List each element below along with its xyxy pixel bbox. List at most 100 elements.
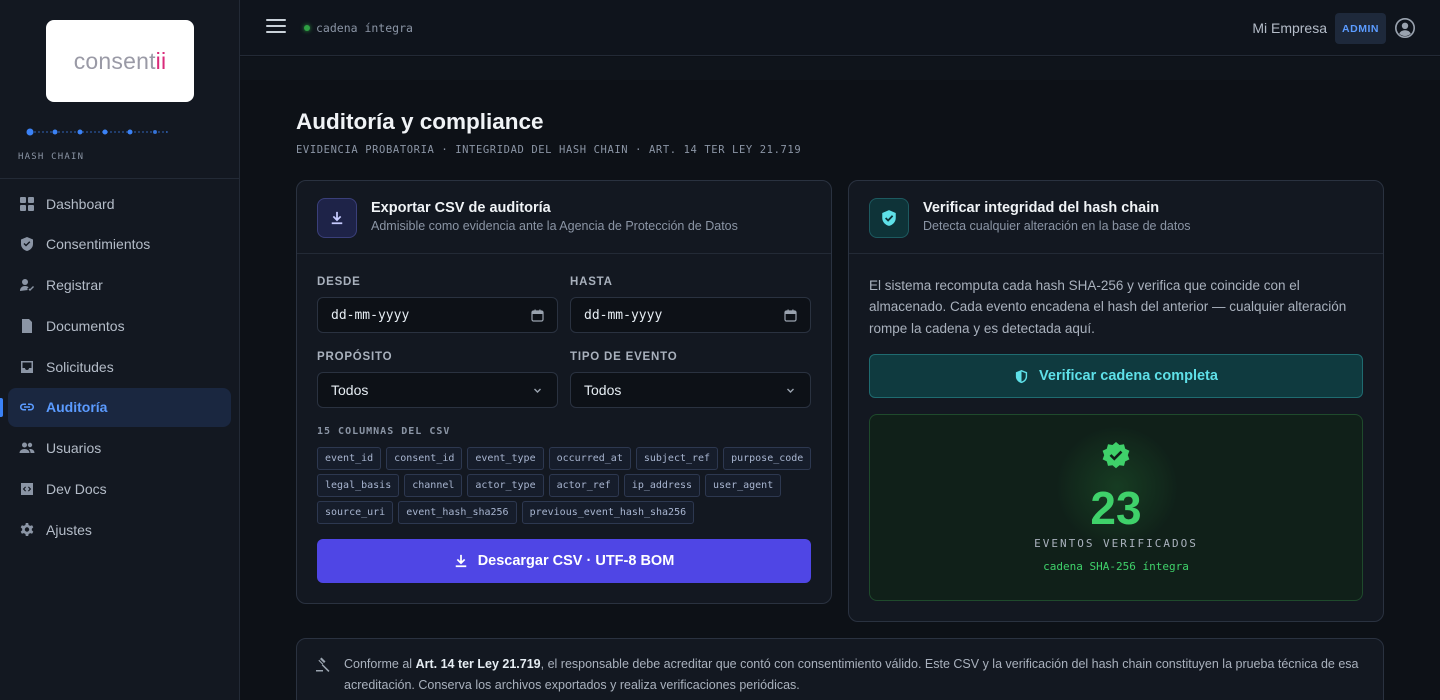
sidebar-item-label: Ajustes bbox=[46, 521, 92, 538]
to-date-input[interactable]: dd-mm-yyyy bbox=[570, 297, 811, 333]
verify-chain-button[interactable]: Verificar cadena completa bbox=[869, 354, 1363, 398]
column-chip: actor_ref bbox=[548, 474, 619, 497]
page-title: Auditoría y compliance bbox=[296, 109, 544, 134]
purpose-select[interactable]: Todos bbox=[317, 372, 558, 408]
to-label: HASTA bbox=[570, 276, 613, 288]
document-icon bbox=[19, 318, 35, 334]
brand-logo[interactable]: consentii bbox=[46, 20, 194, 102]
event-type-select-value: Todos bbox=[584, 382, 622, 398]
sidebar-item-label: Dev Docs bbox=[46, 481, 107, 498]
chevron-down-icon bbox=[787, 388, 794, 393]
logo-text: consent bbox=[73, 47, 156, 74]
column-chip: event_id bbox=[317, 447, 382, 470]
hash-chain-graphic bbox=[26, 128, 168, 136]
verify-card-subtitle: Detecta cualquier alteración en la base … bbox=[923, 219, 1191, 233]
csv-columns-label: 15 COLUMNAS DEL CSV bbox=[317, 426, 451, 437]
column-chip: purpose_code bbox=[723, 447, 812, 470]
status-dot-icon bbox=[304, 25, 310, 31]
column-chip: actor_type bbox=[467, 474, 544, 497]
sidebar-item-dashboard[interactable]: Dashboard bbox=[8, 184, 231, 223]
export-csv-card: Exportar CSV de auditoría Admisible como… bbox=[296, 180, 832, 604]
column-chip: occurred_at bbox=[548, 447, 631, 470]
column-chip: consent_id bbox=[386, 447, 463, 470]
download-csv-label: Descargar CSV · UTF-8 BOM bbox=[477, 553, 675, 569]
sidebar-item-documentos[interactable]: Documentos bbox=[8, 306, 231, 345]
verification-result: 23 EVENTOS VERIFICADOS cadena SHA-256 ín… bbox=[869, 414, 1363, 601]
sidebar-item-label: Usuarios bbox=[46, 440, 102, 457]
download-csv-button[interactable]: Descargar CSV · UTF-8 BOM bbox=[317, 539, 811, 583]
calendar-icon[interactable] bbox=[531, 309, 544, 322]
sidebar-item-consentimientos[interactable]: Consentimientos bbox=[8, 225, 231, 264]
legal-notice: Conforme al Art. 14 ter Ley 21.719, el r… bbox=[296, 638, 1384, 700]
from-label: DESDE bbox=[317, 276, 361, 288]
verify-chain-label: Verificar cadena completa bbox=[1039, 368, 1218, 384]
role-badge: ADMIN bbox=[1335, 13, 1386, 44]
calendar-icon[interactable] bbox=[784, 309, 797, 322]
verified-count: 23 bbox=[1090, 482, 1142, 534]
link-icon bbox=[19, 399, 35, 415]
grid-icon bbox=[19, 196, 35, 212]
sidebar-item-auditoria[interactable]: Auditoría bbox=[0, 387, 231, 427]
column-chip: user_agent bbox=[705, 474, 782, 497]
user-check-icon bbox=[19, 277, 35, 293]
event-type-label: TIPO DE EVENTO bbox=[570, 351, 678, 363]
topbar-shadow bbox=[240, 57, 1440, 80]
menu-icon[interactable] bbox=[266, 19, 286, 37]
sidebar-item-label: Solicitudes bbox=[46, 358, 114, 375]
sidebar-item-label: Consentimientos bbox=[46, 236, 151, 253]
export-card-title: Exportar CSV de auditoría bbox=[371, 200, 551, 216]
purpose-label: PROPÓSITO bbox=[317, 351, 393, 363]
purpose-select-value: Todos bbox=[331, 382, 369, 398]
gear-icon bbox=[19, 522, 35, 538]
verify-description: El sistema recomputa cada hash SHA-256 y… bbox=[869, 278, 1347, 336]
column-chip: event_type bbox=[467, 447, 544, 470]
verify-card-header: Verificar integridad del hash chain Dete… bbox=[849, 181, 1383, 254]
chain-integrity-status: cadena SHA-256 íntegra bbox=[1043, 560, 1189, 573]
sidebar-divider bbox=[0, 178, 240, 179]
event-type-select[interactable]: Todos bbox=[570, 372, 811, 408]
user-account-icon[interactable] bbox=[1395, 18, 1415, 38]
chevron-down-icon bbox=[534, 388, 541, 393]
verified-count-label: EVENTOS VERIFICADOS bbox=[1034, 537, 1198, 550]
column-chip: previous_event_hash_sha256 bbox=[521, 501, 695, 524]
sidebar-item-ajustes[interactable]: Ajustes bbox=[8, 510, 231, 549]
hash-chain-caption: HASH CHAIN bbox=[18, 152, 85, 162]
shield-check-icon bbox=[19, 236, 35, 252]
sidebar-item-registrar[interactable]: Registrar bbox=[8, 266, 231, 305]
sidebar-item-label: Documentos bbox=[46, 317, 125, 334]
sidebar-nav: Dashboard Consentimientos Registrar Docu… bbox=[0, 184, 231, 551]
chain-status-text: cadena íntegra bbox=[316, 21, 413, 35]
legal-notice-text: Conforme al Art. 14 ter Ley 21.719, el r… bbox=[344, 654, 1364, 696]
from-date-input[interactable]: dd-mm-yyyy bbox=[317, 297, 558, 333]
from-date-value: dd-mm-yyyy bbox=[331, 307, 410, 323]
download-icon bbox=[455, 554, 466, 568]
inbox-icon bbox=[19, 359, 35, 375]
chain-status: cadena íntegra bbox=[304, 21, 413, 35]
column-chip: subject_ref bbox=[635, 447, 719, 470]
company-name[interactable]: Mi Empresa bbox=[1252, 20, 1327, 36]
sidebar-item-solicitudes[interactable]: Solicitudes bbox=[8, 347, 231, 386]
csv-columns-list: event_id consent_id event_type occurred_… bbox=[317, 447, 817, 524]
verify-card-title: Verificar integridad del hash chain bbox=[923, 200, 1160, 216]
sidebar-item-usuarios[interactable]: Usuarios bbox=[8, 429, 231, 468]
verify-chain-card: Verificar integridad del hash chain Dete… bbox=[848, 180, 1384, 622]
sidebar-item-label: Dashboard bbox=[46, 195, 115, 212]
users-icon bbox=[19, 440, 35, 456]
shield-icon bbox=[1015, 369, 1028, 383]
export-card-subtitle: Admisible como evidencia ante la Agencia… bbox=[371, 219, 738, 233]
sidebar: consentii HASH CHAIN Dashboard Consentim… bbox=[0, 0, 240, 700]
download-icon bbox=[317, 198, 357, 238]
to-date-value: dd-mm-yyyy bbox=[584, 307, 663, 323]
notice-prefix: Conforme al bbox=[344, 657, 416, 671]
notice-law-reference: Art. 14 ter Ley 21.719 bbox=[415, 657, 541, 671]
export-card-header: Exportar CSV de auditoría Admisible como… bbox=[297, 181, 831, 254]
page-subtitle: EVIDENCIA PROBATORIA · INTEGRIDAD DEL HA… bbox=[296, 144, 802, 156]
column-chip: source_uri bbox=[317, 501, 394, 524]
verified-badge-icon bbox=[1102, 442, 1130, 469]
column-chip: legal_basis bbox=[317, 474, 400, 497]
topbar: cadena íntegra Mi Empresa ADMIN bbox=[240, 0, 1440, 56]
sidebar-item-dev-docs[interactable]: Dev Docs bbox=[8, 470, 231, 509]
logo-accent: ii bbox=[155, 47, 167, 74]
gavel-icon bbox=[316, 657, 330, 672]
sidebar-item-label: Auditoría bbox=[46, 399, 108, 416]
